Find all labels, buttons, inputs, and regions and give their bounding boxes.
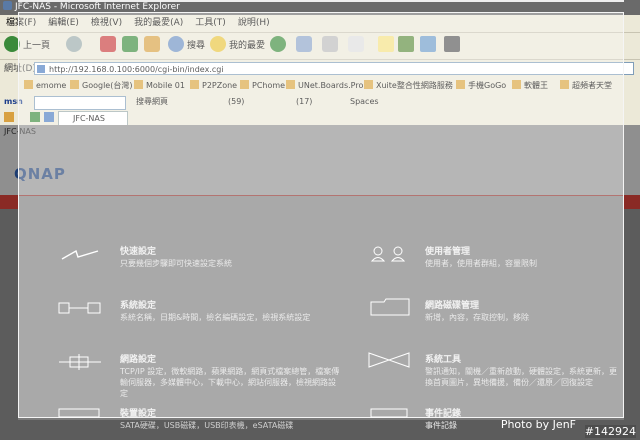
system-tools-title: 系統工具 — [425, 355, 462, 365]
network-settings-desc: TCP/IP 設定，微軟網路，蘋果網路，網頁式檔案總管，檔案傳輸伺服器，多媒體中… — [120, 367, 340, 398]
share-management-title: 網路磁碟管理 — [425, 301, 480, 311]
folder-icon — [370, 298, 410, 316]
user-management-desc: 使用者，使用者群組，容量限制 — [425, 259, 537, 268]
log-icon — [370, 408, 408, 418]
network-settings-title: 網路設定 — [120, 355, 157, 365]
user-management-title: 使用者管理 — [425, 247, 471, 257]
event-log-desc: 事件記錄 — [425, 421, 457, 430]
image-serial: #142924 — [584, 425, 636, 438]
device-settings-item[interactable]: 裝置設定 SATA硬碟，USB磁碟，USB印表機，eSATA磁碟 — [120, 408, 293, 431]
device-settings-title: 裝置設定 — [120, 409, 157, 419]
user-management-item[interactable]: 使用者管理 使用者，使用者群組，容量限制 — [425, 246, 537, 269]
network-settings-item[interactable]: 網路設定 TCP/IP 設定，微軟網路，蘋果網路，網頁式檔案總管，檔案傳輸伺服器… — [120, 354, 340, 399]
system-settings-title: 系統設定 — [120, 301, 157, 311]
users-icon — [370, 246, 406, 262]
event-log-item[interactable]: 事件記錄 事件記錄 — [425, 408, 461, 431]
share-management-item[interactable]: 網路磁碟管理 新增，內容，存取控制，移除 — [425, 300, 529, 323]
system-settings-item[interactable]: 系統設定 系統名稱，日期&時間，檢名編碼設定，檢視系統設定 — [120, 300, 310, 323]
photo-credit: Photo by JenF — [500, 418, 576, 431]
tools-icon — [368, 352, 410, 368]
device-icon — [58, 408, 100, 418]
system-icon — [58, 302, 101, 314]
quick-setup-desc: 只要幾個步驟即可快速設定系統 — [120, 259, 232, 268]
device-settings-desc: SATA硬碟，USB磁碟，USB印表機，eSATA磁碟 — [120, 421, 294, 430]
system-settings-desc: 系統名稱，日期&時間，檢名編碼設定，檢視系統設定 — [120, 313, 311, 322]
network-icon — [59, 354, 101, 370]
quick-setup-title: 快速設定 — [120, 247, 157, 257]
share-management-desc: 新增，內容，存取控制，移除 — [425, 313, 529, 322]
quick-setup-item[interactable]: 快速設定 只要幾個步驟即可快速設定系統 — [120, 246, 232, 269]
system-tools-desc: 警訊通知，關機／重新啟動，硬體設定，系統更新，更換首頁圖片，異地備援，備份／還原… — [425, 367, 617, 387]
lightning-icon — [61, 249, 99, 260]
ie-icon — [3, 1, 12, 10]
system-tools-item[interactable]: 系統工具 警訊通知，關機／重新啟動，硬體設定，系統更新，更換首頁圖片，異地備援，… — [425, 354, 620, 388]
window-title: JFC-NAS - Microsoft Internet Explorer — [15, 2, 180, 12]
favorites-center-icon[interactable] — [4, 112, 14, 122]
event-log-title: 事件記錄 — [425, 409, 462, 419]
